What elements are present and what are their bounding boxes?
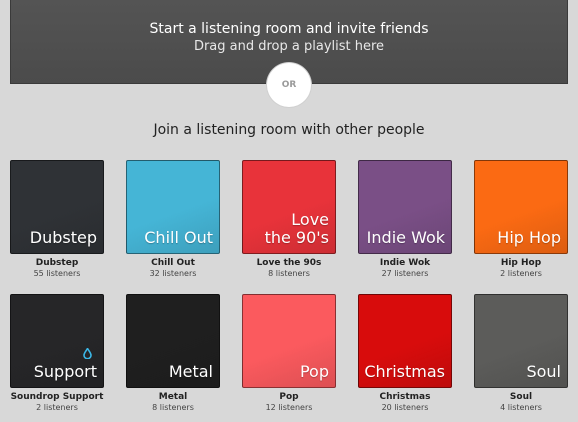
room-listener-count: 12 listeners	[265, 403, 313, 412]
room-name: Chill Out	[151, 258, 195, 268]
room-listener-count: 2 listeners	[36, 403, 78, 412]
room-grid: Dubstep Dubstep 55 listeners Chill Out C…	[0, 0, 578, 422]
room-name: Soul	[509, 392, 533, 402]
room-card-christmas[interactable]: Christmas Christmas 20 listeners	[358, 294, 452, 412]
room-tile-label: Love the 90's	[264, 210, 329, 247]
room-tile-label: Indie Wok	[366, 228, 445, 247]
room-name: Hip Hop	[500, 258, 542, 268]
water-drop-icon	[83, 348, 92, 359]
room-listener-count: 27 listeners	[381, 269, 429, 278]
room-name: Soundrop Support	[10, 392, 104, 402]
room-listener-count: 8 listeners	[268, 269, 310, 278]
room-tile[interactable]: Hip Hop	[474, 160, 568, 254]
room-listener-count: 2 listeners	[500, 269, 542, 278]
room-tile-label: Christmas	[364, 362, 445, 381]
room-tile[interactable]: Love the 90's	[242, 160, 336, 254]
room-tile[interactable]: Pop	[242, 294, 336, 388]
room-card-dubstep[interactable]: Dubstep Dubstep 55 listeners	[10, 160, 104, 278]
room-tile[interactable]: Soul	[474, 294, 568, 388]
room-tile[interactable]: Metal	[126, 294, 220, 388]
room-listener-count: 4 listeners	[500, 403, 542, 412]
room-tile-label: Dubstep	[29, 228, 97, 247]
room-tile[interactable]: Support	[10, 294, 104, 388]
room-name: Christmas	[379, 392, 431, 402]
room-card-hip-hop[interactable]: Hip Hop Hip Hop 2 listeners	[474, 160, 568, 278]
room-listener-count: 20 listeners	[381, 403, 429, 412]
room-card-soundrop-support[interactable]: Support Soundrop Support 2 listeners	[10, 294, 104, 412]
room-tile-label: Hip Hop	[497, 228, 561, 247]
room-tile-label: Metal	[168, 362, 213, 381]
room-listener-count: 8 listeners	[152, 403, 194, 412]
room-tile-label: Soul	[526, 362, 561, 381]
room-card-pop[interactable]: Pop Pop 12 listeners	[242, 294, 336, 412]
room-tile[interactable]: Indie Wok	[358, 160, 452, 254]
room-tile[interactable]: Christmas	[358, 294, 452, 388]
room-card-indie-wok[interactable]: Indie Wok Indie Wok 27 listeners	[358, 160, 452, 278]
room-tile-label: Support	[33, 362, 97, 381]
room-card-chill-out[interactable]: Chill Out Chill Out 32 listeners	[126, 160, 220, 278]
room-listener-count: 55 listeners	[33, 269, 81, 278]
room-name: Love the 90s	[256, 258, 322, 268]
room-name: Indie Wok	[379, 258, 431, 268]
room-name: Metal	[158, 392, 188, 402]
room-card-metal[interactable]: Metal Metal 8 listeners	[126, 294, 220, 412]
room-tile-label: Chill Out	[144, 228, 213, 247]
room-tile[interactable]: Dubstep	[10, 160, 104, 254]
room-tile-label: Pop	[299, 362, 329, 381]
room-name: Pop	[279, 392, 299, 402]
room-listener-count: 32 listeners	[149, 269, 197, 278]
room-tile[interactable]: Chill Out	[126, 160, 220, 254]
room-name: Dubstep	[35, 258, 79, 268]
room-card-soul[interactable]: Soul Soul 4 listeners	[474, 294, 568, 412]
room-card-love-the-90s[interactable]: Love the 90's Love the 90s 8 listeners	[242, 160, 336, 278]
